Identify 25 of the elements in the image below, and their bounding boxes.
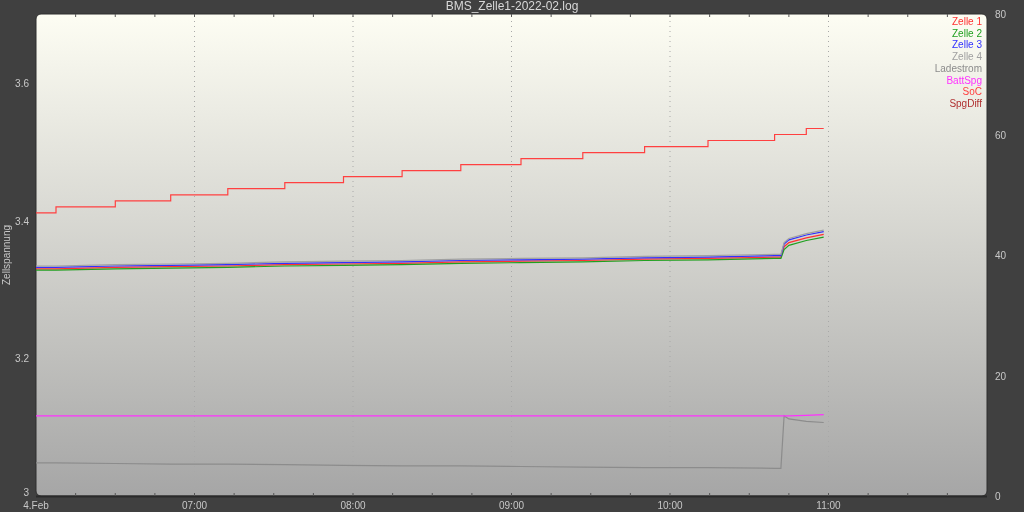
x-tick-label: 11:00	[816, 500, 841, 511]
x-tick-label: 07:00	[182, 500, 207, 511]
y-tick-label: 40	[995, 250, 1007, 261]
legend-label: Zelle 3	[952, 39, 982, 51]
y-tick-label: 3.4	[15, 215, 29, 227]
legend-label: SoC	[962, 86, 982, 98]
x-tick-label: 4.Feb	[23, 500, 49, 511]
x-tick-label: 10:00	[657, 500, 683, 511]
legend-label: Zelle 1	[952, 16, 982, 27]
y-tick-label: 20	[995, 370, 1007, 382]
x-tick-label: 09:00	[499, 500, 524, 511]
window-title: BMS_Zelle1-2022-02.log	[445, 0, 579, 13]
legend-label: Ladestrom	[934, 62, 982, 74]
legend-label: Zelle 4	[952, 51, 982, 63]
y-tick-label: 3	[23, 487, 29, 498]
legend-label: BattSpg	[946, 74, 982, 86]
legend-label: Zelle 2	[952, 27, 982, 39]
y-tick-label: 0	[995, 491, 1001, 502]
y-axis-title: Zellspannung	[1, 225, 12, 285]
y-tick-label: 60	[995, 129, 1007, 141]
x-tick-label: 08:00	[340, 500, 366, 511]
y-tick-label: 3.2	[15, 353, 29, 365]
y-tick-label: 3.6	[15, 77, 29, 89]
legend-label: SpgDiff	[949, 97, 982, 109]
y-tick-label: 80	[995, 9, 1007, 20]
